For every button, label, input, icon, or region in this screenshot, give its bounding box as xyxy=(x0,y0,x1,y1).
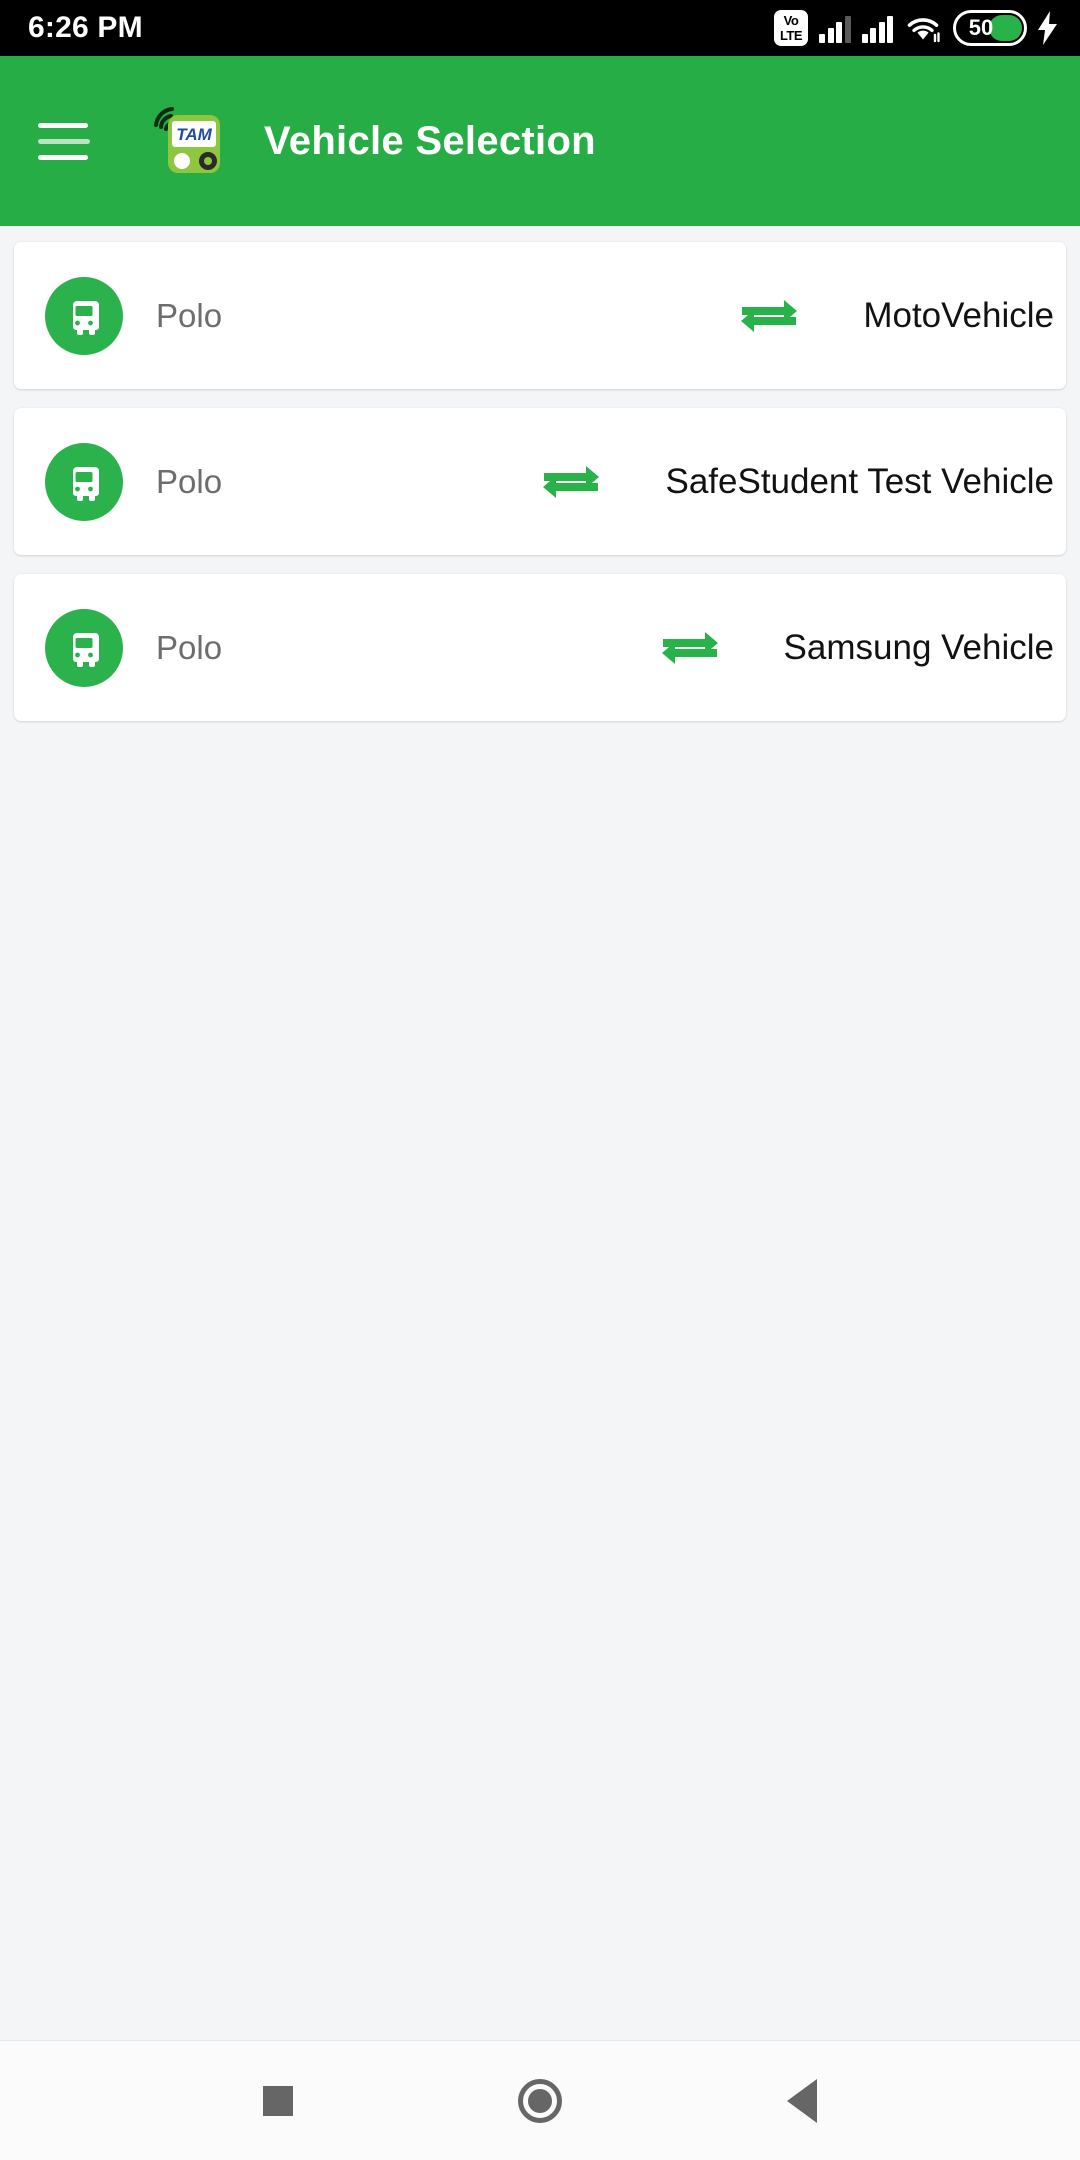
hamburger-menu-icon[interactable] xyxy=(38,110,100,172)
home-circle-icon[interactable] xyxy=(517,2078,562,2123)
swap-horizontal-icon[interactable] xyxy=(491,457,651,507)
recents-square-icon[interactable] xyxy=(262,2085,293,2116)
vehicle-name-label: MotoVehicle xyxy=(863,295,1054,335)
vehicle-list-item[interactable]: Polo Samsung Vehicle xyxy=(14,574,1066,721)
bus-icon xyxy=(45,276,123,355)
android-navigation-bar xyxy=(0,2040,1080,2160)
app-bar: TAM Vehicle Selection xyxy=(0,56,1080,226)
vehicle-list-item[interactable]: Polo SafeStudent Test Vehicle xyxy=(14,408,1066,555)
bus-icon xyxy=(45,442,123,521)
phone-screen: 6:26 PM Vo LTE 50 TAM Vehicle Selection … xyxy=(0,0,1080,2160)
tam-bus-tracker-logo: TAM xyxy=(146,99,230,183)
vehicle-name-label: Samsung Vehicle xyxy=(783,627,1054,667)
vehicle-list-item[interactable]: Polo MotoVehicle xyxy=(14,242,1066,389)
status-bar: 6:26 PM Vo LTE 50 xyxy=(0,0,1080,56)
battery-percent-label: 50 xyxy=(968,15,994,40)
volte-icon: Vo LTE xyxy=(774,10,808,46)
signal-bars-icon-sim1 xyxy=(819,13,851,43)
swap-horizontal-icon[interactable] xyxy=(689,291,849,341)
volte-bottom-label: LTE xyxy=(779,28,803,43)
wifi-icon xyxy=(904,13,942,43)
charging-bolt-icon xyxy=(1038,11,1057,45)
status-clock: 6:26 PM xyxy=(28,11,143,44)
page-title: Vehicle Selection xyxy=(264,118,596,163)
vehicle-plate-label: Polo xyxy=(156,462,223,500)
svg-text:TAM: TAM xyxy=(176,125,212,144)
signal-bars-icon-sim2 xyxy=(861,13,893,43)
vehicle-plate-label: Polo xyxy=(156,628,223,666)
back-triangle-icon[interactable] xyxy=(787,2078,818,2123)
vehicle-list: Polo MotoVehicle Polo SafeStudent Test V… xyxy=(0,226,1080,2040)
vehicle-plate-label: Polo xyxy=(156,296,223,334)
vehicle-name-label: SafeStudent Test Vehicle xyxy=(665,461,1054,501)
battery-icon: 50 xyxy=(953,10,1027,46)
status-icon-tray: Vo LTE 50 xyxy=(774,10,1058,46)
volte-top-label: Vo xyxy=(783,13,799,28)
swap-horizontal-icon[interactable] xyxy=(610,623,770,673)
bus-icon xyxy=(45,608,123,687)
